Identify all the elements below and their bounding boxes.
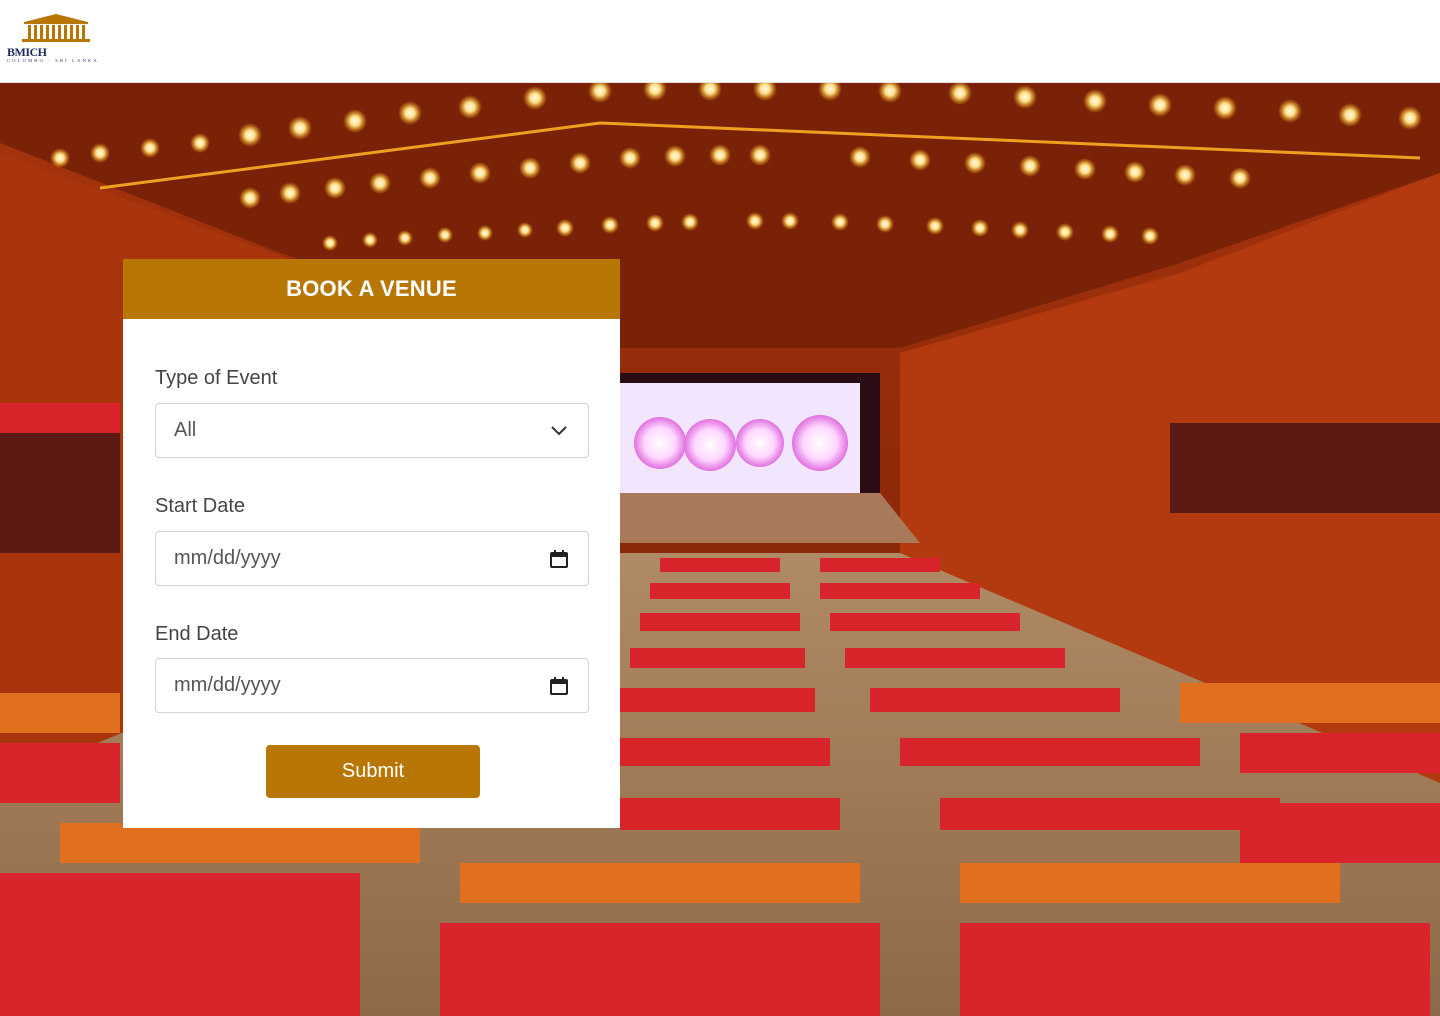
chevron-down-icon — [548, 420, 570, 442]
start-date-input[interactable]: mm/dd/yyyy — [155, 531, 589, 586]
top-navbar: BMICH COLOMBO · SRI LANKA — [0, 0, 1440, 83]
start-date-label: Start Date — [155, 495, 246, 517]
book-venue-title: BOOK A VENUE — [123, 259, 620, 319]
end-date-placeholder: mm/dd/yyyy — [174, 674, 281, 696]
logo-tagline: COLOMBO · SRI LANKA — [7, 58, 99, 63]
end-date-label: End Date — [155, 623, 239, 645]
start-date-placeholder: mm/dd/yyyy — [174, 547, 281, 569]
book-venue-card: BOOK A VENUE Type of Event All Start Dat… — [123, 259, 620, 828]
end-date-input[interactable]: mm/dd/yyyy — [155, 658, 589, 713]
event-type-label: Type of Event — [155, 367, 278, 389]
bmich-logo[interactable]: BMICH COLOMBO · SRI LANKA — [6, 12, 106, 66]
event-type-select[interactable]: All — [155, 403, 589, 458]
calendar-icon[interactable] — [548, 548, 570, 570]
calendar-icon[interactable] — [548, 675, 570, 697]
building-logo-icon — [22, 14, 90, 42]
submit-button[interactable]: Submit — [266, 745, 480, 798]
event-type-value: All — [174, 419, 197, 441]
